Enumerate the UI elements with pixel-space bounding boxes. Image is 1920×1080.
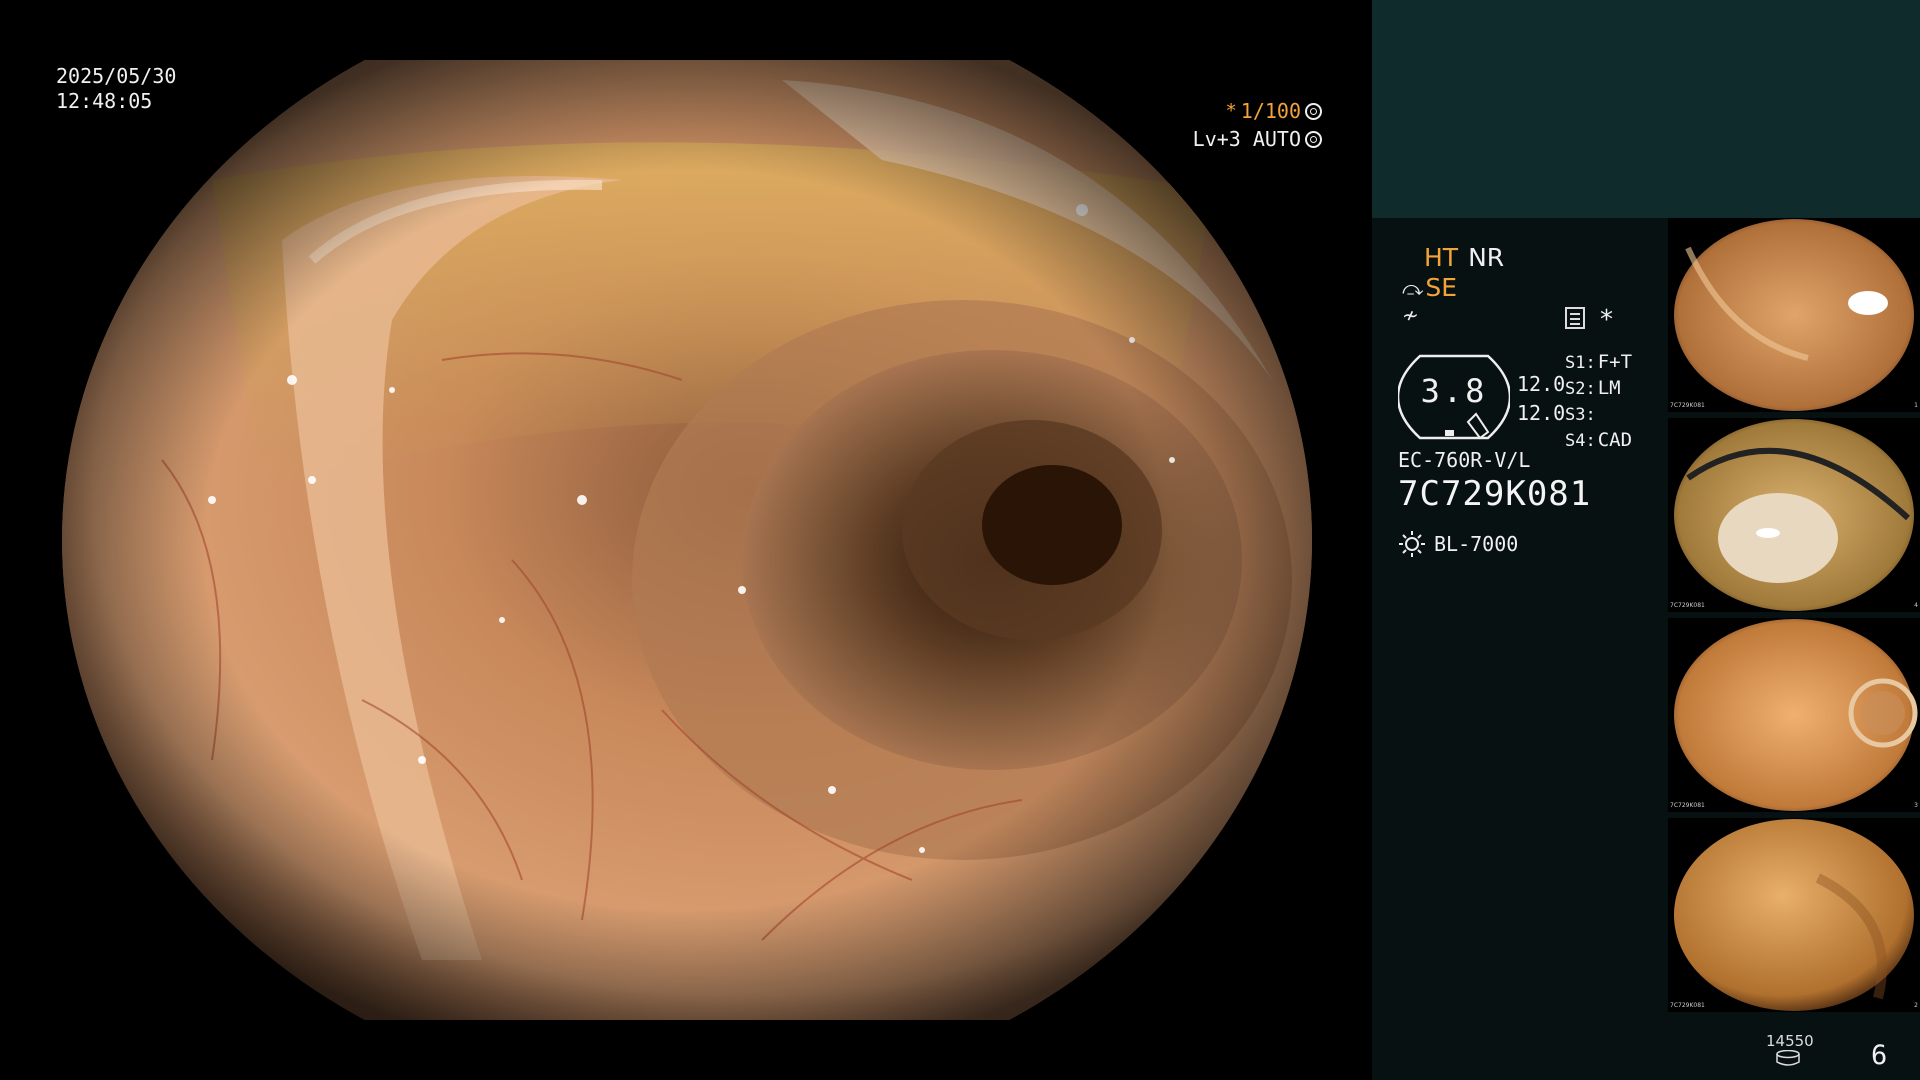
ht-label: HT (1424, 243, 1459, 272)
thumbnail-label: 7C729K081 (1670, 602, 1705, 609)
iris-indicator: Lv+3 AUTO (1193, 127, 1322, 151)
disk-icon (1776, 1050, 1800, 1066)
measure-values: 12.0 12.0 (1517, 370, 1565, 428)
curve-icon: ≁ (1402, 303, 1419, 327)
switch-s4: S4: CAD (1565, 428, 1632, 454)
main-endoscope-view: 2025/05/30 12:48:05 * 1/100 Lv+3 AUTO (0, 0, 1372, 1080)
switch-value: F+T (1597, 351, 1633, 373)
date-text: 2025/05/30 (56, 64, 177, 88)
light-source-label: BL-7000 (1434, 532, 1519, 556)
thumbnail-4[interactable]: 7C729K081 2 (1668, 818, 1920, 1012)
switch-s1: S1: F+T (1565, 350, 1632, 376)
endoscope-image (62, 60, 1312, 1020)
switch-list: S1: F+T S2: LM S3: S4: CAD (1565, 350, 1632, 454)
enhancement-status: HT NR (1424, 243, 1504, 273)
thumbnail-3[interactable]: 7C729K081 3 (1668, 618, 1920, 812)
iris-level: Lv+3 (1192, 127, 1241, 151)
switch-key: S3: (1565, 405, 1596, 425)
thumbnail-label: 7C729K081 (1670, 802, 1705, 809)
curve-row: ≁ (1402, 303, 1419, 328)
se-label: SE (1425, 273, 1458, 302)
thumbnail-1[interactable]: 7C729K081 1 (1668, 218, 1920, 412)
switch-key: S4: (1565, 431, 1596, 451)
time-text: 12:48:05 (56, 89, 153, 113)
switch-value: LM (1597, 377, 1621, 399)
top-info-band (1372, 0, 1920, 218)
thumbnail-2[interactable]: 7C729K081 4 (1668, 418, 1920, 612)
filter-icon (1565, 307, 1585, 329)
thumbnail-index: 2 (1914, 1002, 1918, 1009)
value-2: 12.0 (1517, 401, 1566, 425)
structure-icon: ⤼ (1402, 276, 1424, 300)
sun-icon (1399, 531, 1425, 557)
auto-iris-icon (1305, 130, 1322, 148)
switch-key: S2: (1565, 379, 1596, 399)
star-mark: * (1600, 305, 1613, 335)
thumbnail-index: 1 (1914, 402, 1918, 409)
thumbnail-label: 7C729K081 (1670, 1002, 1705, 1009)
thumbnail-index: 3 (1914, 802, 1918, 809)
shutter-icon (1305, 102, 1322, 120)
shutter-speed: 1/100 (1240, 99, 1301, 123)
shutter-symbol: * (1225, 100, 1237, 122)
info-side-panel: HT NR ⤼ SE ≁ * 3.8 12.0 12.0 S1: F+T S2: LM… (1372, 0, 1920, 1080)
thumbnail-label: 7C729K081 (1670, 402, 1705, 409)
iris-mode: AUTO (1252, 127, 1301, 151)
switch-s2: S2: LM (1565, 376, 1632, 402)
switch-s3: S3: (1565, 402, 1632, 428)
nr-label: NR (1468, 243, 1505, 272)
value-1: 12.0 (1517, 372, 1566, 396)
switch-value: CAD (1597, 429, 1633, 451)
shutter-indicator: * 1/100 (1225, 99, 1322, 123)
page-number: 6 (1871, 1040, 1888, 1071)
structure-enhance-row: ⤼ SE (1402, 273, 1457, 303)
captured-thumbnails: 7C729K081 1 7C729K081 4 7C729K081 3 7C72… (1668, 218, 1920, 1018)
switch-key: S1: (1565, 353, 1596, 373)
image-count: 14550 (1766, 1032, 1814, 1050)
gauge-value: 3.8 (1420, 372, 1488, 410)
light-source: BL-7000 (1398, 530, 1518, 558)
thumbnail-index: 4 (1914, 602, 1918, 609)
scope-model: EC-760R-V/L (1398, 448, 1531, 472)
scope-serial: 7C729K081 (1398, 474, 1592, 514)
datetime: 2025/05/30 12:48:05 (56, 64, 176, 114)
